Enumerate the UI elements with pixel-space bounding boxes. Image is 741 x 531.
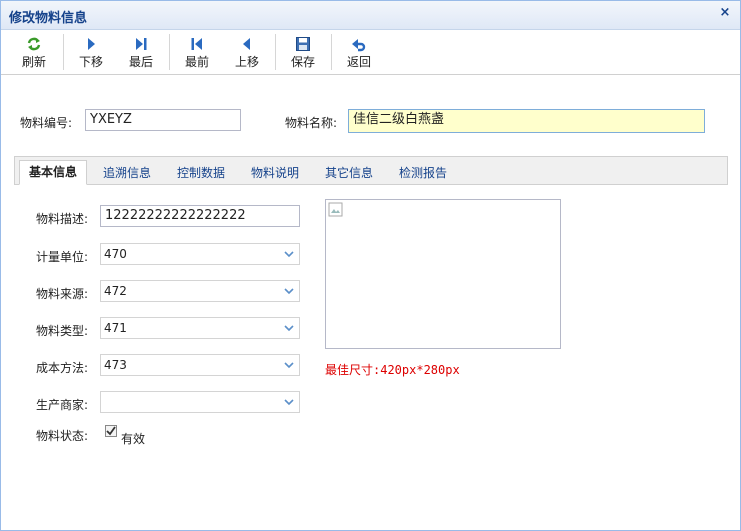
cost-label: 成本方法: (36, 361, 89, 375)
tab-material-notes[interactable]: 物料说明 (251, 162, 299, 186)
chevron-down-icon[interactable] (283, 285, 295, 297)
source-label: 物料来源: (36, 287, 89, 301)
edit-material-dialog: 修改物料信息 × 刷新 下移 最后 最前 上移 保存 返回 物料编号: YXEY… (0, 0, 741, 531)
image-size-hint: 最佳尺寸:420px*280px (325, 363, 460, 377)
save-icon (296, 37, 310, 51)
checkmark-icon (106, 426, 116, 436)
back-button[interactable]: 返回 (337, 34, 381, 72)
refresh-button[interactable]: 刷新 (12, 34, 56, 72)
toolbar-separator (169, 34, 170, 70)
tab-trace-info[interactable]: 追溯信息 (103, 162, 151, 186)
material-name-field[interactable]: 佳信二级白燕盏 (348, 109, 705, 133)
tab-bar: 基本信息 追溯信息 控制数据 物料说明 其它信息 检测报告 (14, 156, 728, 185)
type-value: 471 (104, 321, 127, 335)
first-label: 最前 (184, 55, 209, 69)
last-icon (136, 38, 147, 50)
status-checkbox[interactable] (105, 425, 117, 437)
first-icon (191, 38, 202, 50)
close-icon[interactable]: × (718, 6, 732, 20)
back-label: 返回 (346, 55, 371, 69)
cost-select[interactable]: 473 (100, 354, 300, 376)
next-button[interactable]: 下移 (69, 34, 113, 72)
first-button[interactable]: 最前 (175, 34, 219, 72)
unit-label: 计量单位: (36, 250, 89, 264)
toolbar-separator (331, 34, 332, 70)
material-name-label: 物料名称: (285, 116, 338, 130)
chevron-down-icon[interactable] (283, 396, 295, 408)
chevron-down-icon[interactable] (283, 359, 295, 371)
save-label: 保存 (290, 55, 315, 69)
desc-label: 物料描述: (36, 212, 89, 226)
title-bar[interactable]: 修改物料信息 × (1, 1, 740, 30)
tab-control-data[interactable]: 控制数据 (177, 162, 225, 186)
unit-value: 470 (104, 247, 127, 261)
maker-select[interactable] (100, 391, 300, 413)
window-title: 修改物料信息 (9, 11, 88, 26)
save-button[interactable]: 保存 (281, 34, 325, 72)
prev-label: 上移 (234, 55, 259, 69)
next-label: 下移 (78, 55, 103, 69)
chevron-down-icon[interactable] (283, 248, 295, 260)
next-icon (88, 38, 95, 50)
source-value: 472 (104, 284, 127, 298)
toolbar-separator (63, 34, 64, 70)
last-label: 最后 (128, 55, 153, 69)
toolbar: 刷新 下移 最后 最前 上移 保存 返回 (1, 30, 740, 75)
cost-value: 473 (104, 358, 127, 372)
material-code-label: 物料编号: (20, 116, 73, 130)
back-icon (352, 39, 366, 52)
broken-image-icon (328, 202, 343, 217)
prev-icon (243, 38, 250, 50)
status-label: 物料状态: (36, 429, 89, 443)
status-checkbox-label: 有效 (121, 432, 146, 446)
material-code-field[interactable]: YXEYZ (85, 109, 241, 131)
toolbar-separator (275, 34, 276, 70)
prev-button[interactable]: 上移 (225, 34, 269, 72)
tab-basic-info[interactable]: 基本信息 (19, 160, 88, 185)
type-label: 物料类型: (36, 324, 89, 338)
tab-other-info[interactable]: 其它信息 (325, 162, 373, 186)
unit-select[interactable]: 470 (100, 243, 300, 265)
chevron-down-icon[interactable] (283, 322, 295, 334)
source-select[interactable]: 472 (100, 280, 300, 302)
maker-label: 生产商家: (36, 398, 89, 412)
type-select[interactable]: 471 (100, 317, 300, 339)
desc-field[interactable]: 12222222222222222 (100, 205, 300, 227)
image-preview[interactable] (325, 199, 561, 349)
refresh-label: 刷新 (21, 55, 46, 69)
last-button[interactable]: 最后 (119, 34, 163, 72)
tab-test-report[interactable]: 检测报告 (399, 162, 447, 186)
refresh-icon (27, 37, 41, 51)
